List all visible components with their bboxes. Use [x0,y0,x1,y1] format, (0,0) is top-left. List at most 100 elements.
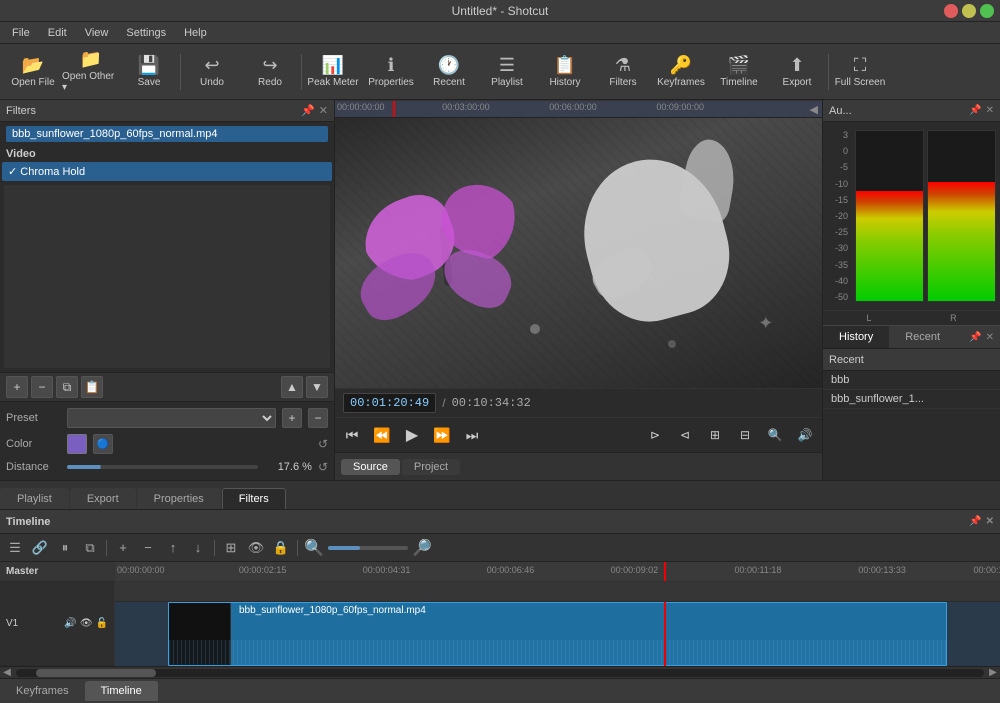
tab-properties[interactable]: Properties [137,488,221,509]
peak-meter-button[interactable]: 📊 Peak Meter [304,46,362,98]
filters-button[interactable]: ⚗ Filters [594,46,652,98]
goto-end-button[interactable]: ⏭ [459,422,485,448]
video-clip[interactable]: bbb_sunflower_1080p_60fps_normal.mp4 [168,602,947,666]
preset-remove-button[interactable]: − [308,408,328,428]
recent-pin-icon[interactable]: 📌 [969,332,981,343]
recent-tab[interactable]: Recent [889,326,956,348]
scrollbar-track[interactable] [16,669,984,677]
export-button[interactable]: ⬆ Export [768,46,826,98]
rewind-button[interactable]: ⏪ [369,422,395,448]
eyedropper-button[interactable]: 🔵 [93,434,113,454]
audio-pin-icon[interactable]: 📌 [969,105,981,116]
menu-settings[interactable]: Settings [118,25,174,41]
open-other-button[interactable]: 📁 Open Other ▾ [62,46,120,98]
timecode-display[interactable]: 00:01:20:49 [343,393,436,413]
bottom-tab-keyframes[interactable]: Keyframes [0,681,85,701]
out-point-button[interactable]: ⊲ [672,422,698,448]
add-filter-button[interactable]: + [6,376,28,398]
paste-filter-button[interactable]: 📋 [81,376,103,398]
tl-scrub-button[interactable]: 👁 [245,537,267,559]
lock-icon[interactable]: 🔓 [96,618,108,629]
tl-overwrite-button[interactable]: ↓ [187,537,209,559]
audio-close-icon[interactable]: ✕ [986,105,994,116]
volume-button[interactable]: 🔊 [792,422,818,448]
scrollbar-thumb[interactable] [36,669,156,677]
filters-pin-icon[interactable]: 📌 [301,104,315,117]
undo-button[interactable]: ↩ Undo [183,46,241,98]
play-button[interactable]: ▶ [399,422,425,448]
in-point-button[interactable]: ⊳ [642,422,668,448]
tab-export[interactable]: Export [70,488,136,509]
tl-snap-button[interactable]: 🔗 [29,537,51,559]
distance-slider[interactable] [67,465,258,469]
preset-select[interactable] [67,408,276,428]
tl-copy-button[interactable]: ⧉ [79,537,101,559]
timeline-close-icon[interactable]: ✕ [986,516,994,527]
preview-progress-bar[interactable]: 00:00:00:00 00:03:00:00 00:06:00:00 00:0… [335,101,822,117]
open-file-button[interactable]: 📂 Open File [4,46,62,98]
timeline-ruler[interactable]: 00:00:00:00 00:00:02:15 00:00:04:31 00:0… [115,562,1000,582]
recent-button[interactable]: 🕐 Recent [420,46,478,98]
tab-playlist[interactable]: Playlist [0,488,69,509]
tl-remove-button[interactable]: − [137,537,159,559]
redo-button[interactable]: ↪ Redo [241,46,299,98]
timeline-pin-icon[interactable]: 📌 [969,516,981,527]
full-screen-button[interactable]: ⛶ Full Screen [831,46,889,98]
scroll-left-button[interactable]: ◀ [0,667,14,679]
zoom-slider[interactable] [328,546,408,550]
properties-button[interactable]: ℹ Properties [362,46,420,98]
history-tab[interactable]: History [823,326,889,348]
tl-add-button[interactable]: + [112,537,134,559]
menu-view[interactable]: View [77,25,117,41]
source-tab[interactable]: Source [341,459,400,475]
close-button[interactable] [944,4,958,18]
menu-file[interactable]: File [4,25,38,41]
tl-select-button[interactable]: ⊞ [220,537,242,559]
save-icon: 💾 [138,56,160,74]
remove-filter-button[interactable]: − [31,376,53,398]
fast-forward-button[interactable]: ⏩ [429,422,455,448]
recent-close-icon[interactable]: ✕ [986,332,994,343]
playlist-button[interactable]: ☰ Playlist [478,46,536,98]
loop-button[interactable]: ⊞ [702,422,728,448]
tl-lock-button[interactable]: 🔒 [270,537,292,559]
preset-add-button[interactable]: + [282,408,302,428]
tab-filters[interactable]: Filters [222,488,286,509]
zoom-button[interactable]: 🔍 [762,422,788,448]
scroll-right-button[interactable]: ▶ [986,667,1000,679]
menu-edit[interactable]: Edit [40,25,75,41]
tl-lift-button[interactable]: ↑ [162,537,184,559]
distance-reset-button[interactable]: ↺ [318,460,328,474]
save-button[interactable]: 💾 Save [120,46,178,98]
grid-button[interactable]: ⊟ [732,422,758,448]
menu-help[interactable]: Help [176,25,215,41]
chroma-hold-filter[interactable]: ✓ Chroma Hold [2,162,332,181]
minimize-button[interactable] [962,4,976,18]
audio-wave-icon[interactable]: 🔊 [64,618,76,629]
project-tab[interactable]: Project [402,459,460,475]
timeline-scrollbar[interactable]: ◀ ▶ [0,666,1000,678]
filters-video-section: Video [0,146,334,162]
recent-item-2[interactable]: bbb_sunflower_1... [823,390,1000,409]
eye-icon[interactable]: 👁 [80,618,93,629]
goto-start-button[interactable]: ⏮ [339,422,365,448]
tl-zoom-out-button[interactable]: 🔍 [303,537,325,559]
move-down-button[interactable]: ▼ [306,376,328,398]
window-controls[interactable] [944,4,994,18]
preview-timeline-row[interactable]: 00:00:00:00 00:03:00:00 00:06:00:00 00:0… [335,100,822,118]
tl-ripple-button[interactable]: ⏸ [54,537,76,559]
recent-item-1[interactable]: bbb [823,371,1000,390]
bottom-tab-timeline[interactable]: Timeline [85,681,158,701]
v1-track-row[interactable]: bbb_sunflower_1080p_60fps_normal.mp4 [115,602,1000,666]
maximize-button[interactable] [980,4,994,18]
keyframes-button[interactable]: 🔑 Keyframes [652,46,710,98]
color-swatch[interactable] [67,434,87,454]
filters-close-icon[interactable]: ✕ [319,104,328,117]
color-reset-button[interactable]: ↺ [318,437,328,451]
history-button[interactable]: 📋 History [536,46,594,98]
tl-zoom-in-button[interactable]: 🔎 [411,537,433,559]
timeline-toolbar-button[interactable]: 🎬 Timeline [710,46,768,98]
copy-filter-button[interactable]: ⧉ [56,376,78,398]
tl-menu-button[interactable]: ☰ [4,537,26,559]
move-up-button[interactable]: ▲ [281,376,303,398]
